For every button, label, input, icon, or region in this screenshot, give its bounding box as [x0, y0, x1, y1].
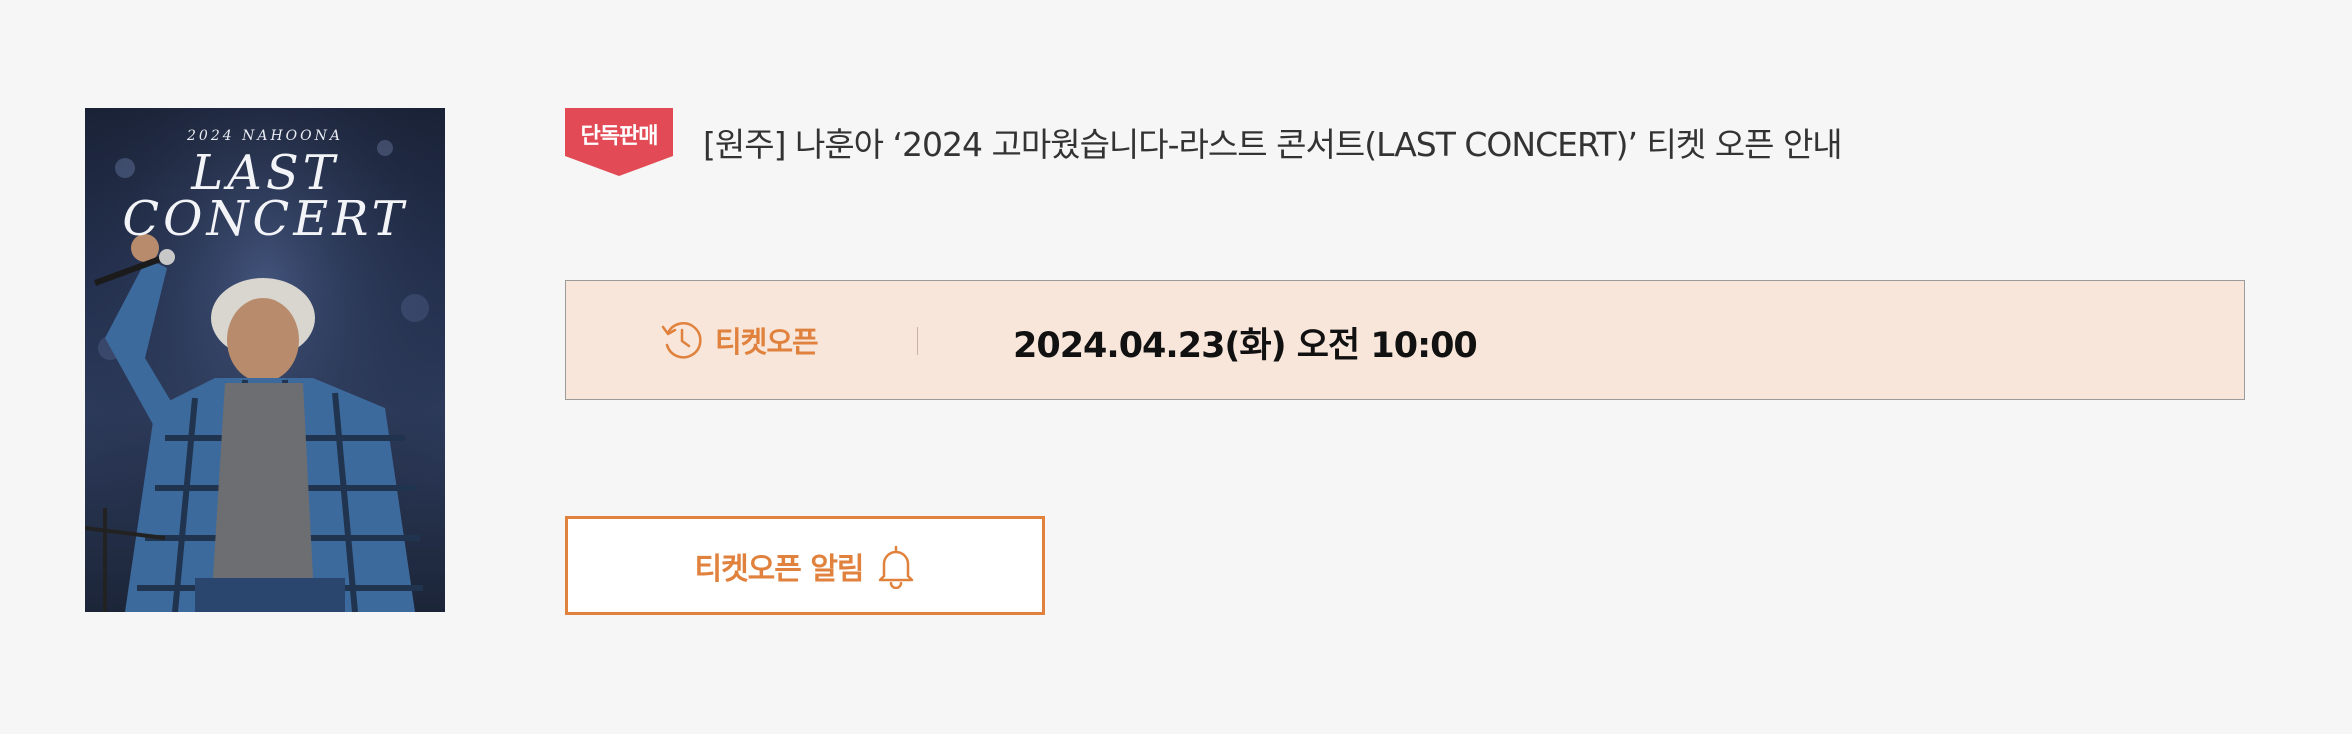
exclusive-sale-badge: 단독판매	[565, 108, 673, 176]
poster-title-line2: CONCERT	[122, 191, 408, 247]
ticket-open-datetime: 2024.04.23(화) 오전 10:00	[1013, 326, 1478, 366]
notice-title: [원주] 나훈아 ‘2024 고마웠습니다-라스트 콘서트(LAST CONCE…	[703, 125, 1843, 164]
info-divider	[917, 327, 918, 355]
badge-label: 단독판매	[580, 124, 659, 149]
poster-title-line1: LAST	[191, 145, 339, 201]
poster-year-line: 2024 NAHOONA	[187, 128, 343, 144]
ticket-open-label: 티켓오픈	[715, 325, 819, 359]
ticket-open-label-group: 티켓오픈	[659, 317, 819, 363]
notify-button-label: 티켓오픈 알림	[694, 551, 864, 587]
ticket-notice-page: 2024 NAHOONA LAST CONCERT 단독판매 [원주] 나훈아 …	[0, 0, 2352, 734]
poster-title: LAST CONCERT	[85, 145, 445, 247]
concert-poster[interactable]: 2024 NAHOONA LAST CONCERT	[85, 108, 445, 612]
clock-history-icon	[661, 322, 702, 359]
bell-icon	[878, 545, 913, 589]
ticket-open-info-box: 티켓오픈 2024.04.23(화) 오전 10:00	[565, 280, 2245, 400]
ticket-open-notify-button[interactable]: 티켓오픈 알림	[565, 516, 1045, 615]
